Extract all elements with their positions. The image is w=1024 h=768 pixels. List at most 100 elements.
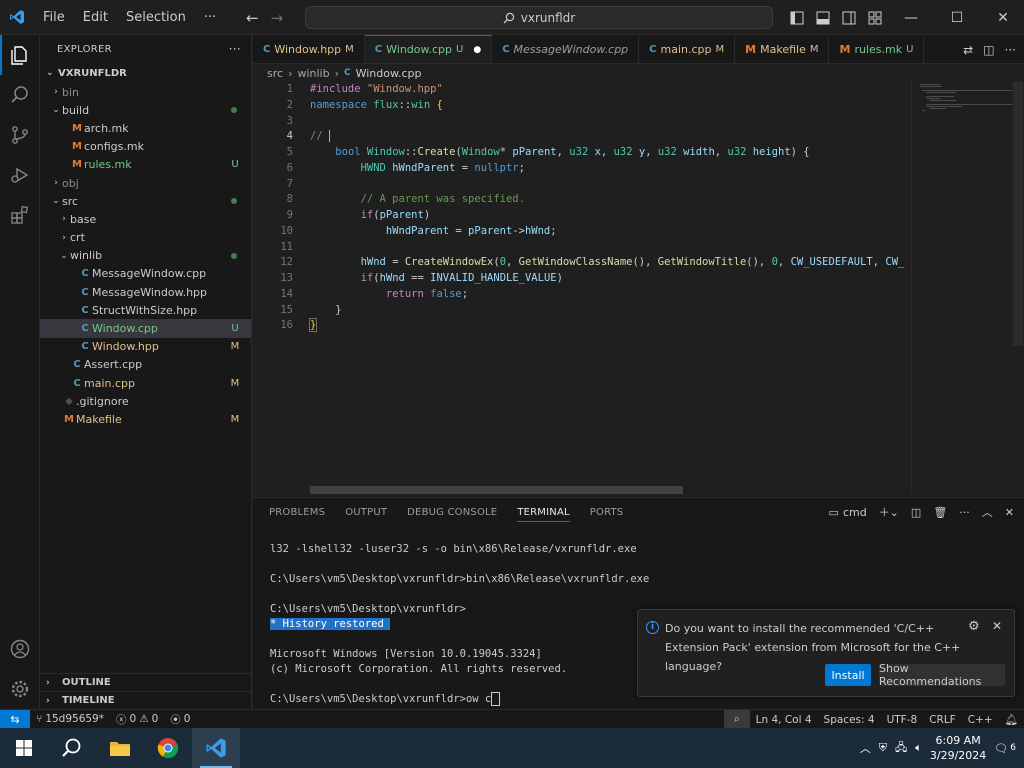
- terminal-prompt-line[interactable]: C:\Users\vm5\Desktop\vxrunfldr>ow c: [270, 692, 649, 707]
- toggle-secondary-sidebar-icon[interactable]: [836, 0, 862, 35]
- breadcrumb-src[interactable]: src: [267, 67, 283, 80]
- tree-item-build[interactable]: ⌄ build: [40, 101, 251, 119]
- tree-item-structwithsize-hpp[interactable]: C StructWithSize.hpp: [40, 301, 251, 319]
- tree-item-arch-mk[interactable]: March.mk: [40, 119, 251, 137]
- breadcrumb-file[interactable]: Window.cpp: [356, 67, 422, 80]
- tab-window-cpp[interactable]: C Window.cpp U ●: [364, 35, 493, 63]
- tree-item-window-cpp[interactable]: C Window.cpp U: [40, 319, 251, 338]
- language-mode[interactable]: C++: [962, 714, 999, 726]
- line-endings[interactable]: CRLF: [923, 714, 962, 726]
- more-actions-icon[interactable]: ···: [959, 506, 970, 519]
- chevron-up-icon[interactable]: ︿: [860, 740, 871, 756]
- workspace-root[interactable]: ⌄ VXRUNFLDR: [40, 63, 251, 83]
- vscode-taskbar-icon[interactable]: [192, 728, 240, 768]
- cursor-position[interactable]: Ln 4, Col 4: [750, 714, 818, 726]
- tab-messagewindow-cpp[interactable]: C MessageWindow.cpp: [492, 35, 640, 63]
- more-actions-icon[interactable]: ···: [1005, 43, 1016, 57]
- extensions-icon[interactable]: [0, 195, 40, 235]
- zoom-icon[interactable]: ⌕: [723, 710, 750, 729]
- search-icon[interactable]: [0, 75, 40, 115]
- tree-item-assert-cpp[interactable]: C Assert.cpp: [40, 356, 251, 374]
- tree-item-crt[interactable]: › crt: [40, 229, 251, 247]
- settings-gear-icon[interactable]: [0, 669, 40, 709]
- gear-icon[interactable]: ⚙: [968, 619, 980, 634]
- back-arrow-icon[interactable]: ←: [246, 9, 259, 27]
- menu-edit[interactable]: Edit: [74, 0, 117, 35]
- panel-tab-ports[interactable]: PORTS: [590, 507, 624, 518]
- outline-section[interactable]: › OUTLINE: [40, 673, 252, 691]
- tree-item-makefile[interactable]: M Makefile M: [40, 410, 251, 428]
- tab-rules-mk[interactable]: Mrules.mk U: [829, 35, 925, 63]
- tree-item-base[interactable]: › base: [40, 210, 251, 228]
- command-center-search[interactable]: vxrunfldr: [305, 6, 773, 29]
- encoding[interactable]: UTF-8: [881, 714, 924, 726]
- tab-window-hpp[interactable]: C Window.hpp M: [253, 35, 365, 63]
- network-icon[interactable]: 🖧: [895, 739, 907, 758]
- source-control-icon[interactable]: [0, 115, 40, 155]
- tree-item-main-cpp[interactable]: Cmain.cpp M: [40, 374, 251, 392]
- code-lines[interactable]: #include "Window.hpp" namespace flux::wi…: [308, 82, 910, 334]
- install-button[interactable]: Install: [825, 664, 871, 686]
- ports-indicator[interactable]: ⦿ 0: [164, 712, 196, 727]
- git-branch[interactable]: ⑂ 15d95659*: [30, 713, 110, 725]
- security-icon[interactable]: ⛨: [879, 741, 887, 755]
- minimize-icon[interactable]: —: [888, 0, 934, 35]
- remote-indicator-icon[interactable]: ⇆: [0, 709, 30, 729]
- tree-item-winlib[interactable]: ⌄ winlib: [40, 247, 251, 265]
- customize-layout-icon[interactable]: [862, 0, 888, 35]
- new-terminal-icon[interactable]: ＋⌄: [879, 504, 899, 520]
- unsaved-dot-icon[interactable]: ●: [473, 45, 481, 55]
- volume-icon[interactable]: 🔈︎: [915, 741, 922, 755]
- timeline-section[interactable]: › TIMELINE: [40, 691, 252, 709]
- explorer-icon[interactable]: [0, 35, 40, 75]
- menu-selection[interactable]: Selection: [117, 0, 195, 35]
- taskbar-search-icon[interactable]: [48, 728, 96, 768]
- terminal-output[interactable]: l32 -lshell32 -luser32 -s -o bin\x86\Rel…: [270, 542, 649, 707]
- chrome-icon[interactable]: [144, 728, 192, 768]
- maximize-icon[interactable]: ☐: [934, 0, 980, 35]
- run-debug-icon[interactable]: [0, 155, 40, 195]
- code-editor[interactable]: 1 2 3 4 5 6 7 8 9 10 11 12 13 14 15 16 #include "Window…: [253, 82, 1024, 496]
- terminal-shell-selector[interactable]: ▭ cmd: [829, 506, 867, 519]
- tree-item-rules-mk[interactable]: Mrules.mk U: [40, 156, 251, 174]
- tree-item-messagewindow-cpp[interactable]: C MessageWindow.cpp: [40, 265, 251, 283]
- breadcrumb-winlib[interactable]: winlib: [297, 67, 329, 80]
- minimap[interactable]: [911, 82, 1012, 492]
- toggle-panel-icon[interactable]: [810, 0, 836, 35]
- forward-arrow-icon[interactable]: →: [271, 9, 284, 27]
- more-actions-icon[interactable]: ···: [229, 42, 241, 56]
- vertical-scrollbar[interactable]: [1013, 82, 1023, 346]
- split-terminal-icon[interactable]: ◫: [911, 506, 921, 519]
- tree-item-bin[interactable]: › bin: [40, 83, 251, 101]
- windows-start-icon[interactable]: [0, 728, 48, 768]
- menu-more[interactable]: ···: [195, 0, 225, 35]
- notifications-bell-icon[interactable]: 🔔︎: [999, 713, 1024, 726]
- tree-item--gitignore[interactable]: ◆ .gitignore: [40, 392, 251, 410]
- file-explorer-icon[interactable]: [96, 728, 144, 768]
- tab-main-cpp[interactable]: Cmain.cpp M: [639, 35, 736, 63]
- panel-tab-terminal[interactable]: TERMINAL: [517, 503, 570, 522]
- problems-indicator[interactable]: ⓧ 0 ⚠ 0: [110, 712, 164, 727]
- horizontal-scrollbar[interactable]: [310, 486, 683, 494]
- close-panel-icon[interactable]: ✕: [1005, 506, 1014, 519]
- toggle-primary-sidebar-icon[interactable]: [784, 0, 810, 35]
- indentation[interactable]: Spaces: 4: [818, 714, 881, 726]
- tree-item-configs-mk[interactable]: Mconfigs.mk: [40, 138, 251, 156]
- split-editor-icon[interactable]: ◫: [983, 43, 994, 57]
- open-changes-icon[interactable]: ⇄: [963, 43, 973, 57]
- panel-tab-debug-console[interactable]: DEBUG CONSOLE: [407, 507, 497, 518]
- tree-item-src[interactable]: ⌄ src: [40, 192, 251, 210]
- clock[interactable]: 6:09 AM 3/29/2024: [930, 733, 986, 763]
- tree-item-window-hpp[interactable]: C Window.hpp M: [40, 338, 251, 356]
- tab-makefile[interactable]: M Makefile M: [735, 35, 830, 63]
- trash-icon[interactable]: 🗑: [933, 506, 947, 519]
- panel-tab-output[interactable]: OUTPUT: [345, 507, 387, 518]
- panel-tab-problems[interactable]: PROBLEMS: [269, 507, 325, 518]
- tree-item-obj[interactable]: › obj: [40, 174, 251, 192]
- chevron-up-icon[interactable]: ︿: [982, 504, 993, 520]
- show-recommendations-button[interactable]: Show Recommendations: [879, 662, 1005, 688]
- accounts-icon[interactable]: [0, 629, 40, 669]
- close-icon[interactable]: ✕: [992, 619, 1002, 633]
- menu-file[interactable]: File: [34, 0, 74, 35]
- close-icon[interactable]: ✕: [980, 0, 1024, 35]
